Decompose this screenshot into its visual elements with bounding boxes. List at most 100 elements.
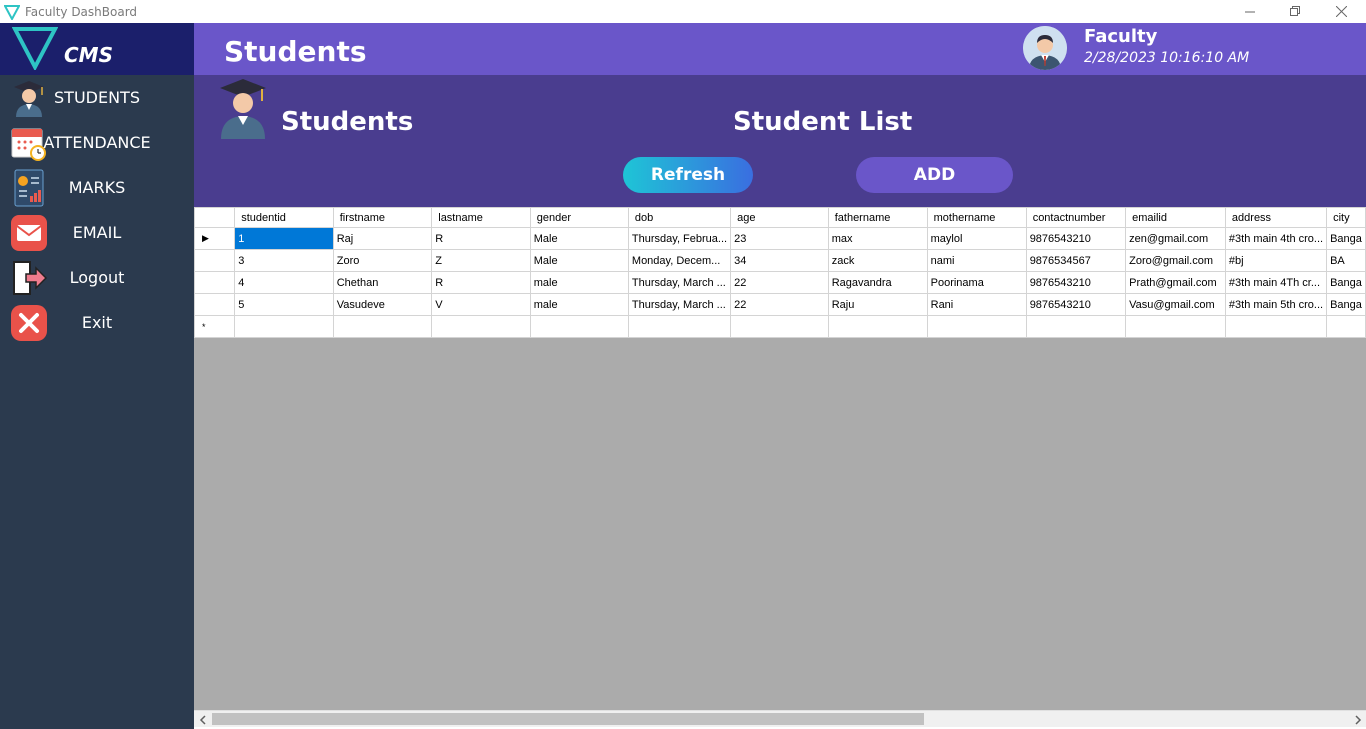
- refresh-button[interactable]: Refresh: [623, 157, 753, 193]
- close-button[interactable]: [1318, 0, 1364, 23]
- table-cell[interactable]: 5: [234, 293, 334, 316]
- column-header[interactable]: gender: [529, 207, 629, 228]
- column-header[interactable]: studentid: [234, 207, 334, 228]
- table-cell[interactable]: male: [529, 271, 629, 294]
- table-cell[interactable]: Male: [529, 227, 629, 250]
- column-header[interactable]: dob: [627, 207, 732, 228]
- table-cell[interactable]: Prath@gmail.com: [1125, 271, 1226, 294]
- table-cell[interactable]: maylol: [926, 227, 1027, 250]
- table-cell[interactable]: Vasudeve: [332, 293, 433, 316]
- column-header[interactable]: lastname: [431, 207, 531, 228]
- table-cell[interactable]: 22: [730, 293, 829, 316]
- row-header[interactable]: [194, 271, 236, 294]
- table-cell[interactable]: #3th main 4th cro...: [1224, 227, 1328, 250]
- new-row[interactable]: *: [194, 315, 1366, 338]
- table-cell[interactable]: [730, 315, 829, 338]
- table-cell[interactable]: 23: [730, 227, 829, 250]
- sidebar-item-exit[interactable]: Exit: [0, 300, 194, 345]
- table-cell[interactable]: [332, 315, 433, 338]
- table-row[interactable]: 5 Vasudeve V male Thursday, March ... 22…: [194, 293, 1366, 316]
- table-cell[interactable]: zack: [827, 249, 928, 272]
- table-cell[interactable]: V: [431, 293, 531, 316]
- table-cell[interactable]: Raju: [827, 293, 928, 316]
- table-cell[interactable]: Thursday, Februa...: [627, 227, 732, 250]
- column-header[interactable]: fathername: [827, 207, 928, 228]
- table-cell[interactable]: [1125, 315, 1226, 338]
- table-cell[interactable]: 22: [730, 271, 829, 294]
- table-cell[interactable]: [234, 315, 334, 338]
- table-cell[interactable]: BA: [1326, 249, 1366, 272]
- table-cell[interactable]: #bj: [1224, 249, 1328, 272]
- table-cell[interactable]: Vasu@gmail.com: [1125, 293, 1226, 316]
- table-cell[interactable]: 4: [234, 271, 334, 294]
- table-cell[interactable]: max: [827, 227, 928, 250]
- table-cell[interactable]: 9876543210: [1025, 227, 1127, 250]
- table-cell[interactable]: [926, 315, 1027, 338]
- table-cell[interactable]: Zoro@gmail.com: [1125, 249, 1226, 272]
- table-cell[interactable]: Male: [529, 249, 629, 272]
- scroll-right-button[interactable]: [1349, 711, 1366, 728]
- column-header[interactable]: emailid: [1125, 207, 1226, 228]
- table-cell[interactable]: Banga: [1326, 271, 1366, 294]
- minimize-button[interactable]: [1227, 0, 1273, 23]
- sidebar-item-students[interactable]: STUDENTS: [0, 75, 194, 120]
- table-cell[interactable]: [1326, 315, 1366, 338]
- table-cell[interactable]: [1025, 315, 1127, 338]
- column-header[interactable]: age: [730, 207, 829, 228]
- table-cell[interactable]: Thursday, March ...: [627, 293, 732, 316]
- restore-button[interactable]: [1272, 0, 1318, 23]
- table-cell[interactable]: Zoro: [332, 249, 433, 272]
- table-cell[interactable]: [827, 315, 928, 338]
- table-cell[interactable]: R: [431, 227, 531, 250]
- table-cell[interactable]: Banga: [1326, 227, 1366, 250]
- column-header[interactable]: contactnumber: [1025, 207, 1127, 228]
- window-title: Faculty DashBoard: [25, 4, 138, 19]
- table-cell[interactable]: Rani: [926, 293, 1027, 316]
- table-cell[interactable]: #3th main 5th cro...: [1224, 293, 1328, 316]
- table-cell[interactable]: Thursday, March ...: [627, 271, 732, 294]
- table-cell[interactable]: 9876543210: [1025, 293, 1127, 316]
- table-cell[interactable]: 34: [730, 249, 829, 272]
- scroll-left-button[interactable]: [194, 711, 211, 728]
- table-cell[interactable]: zen@gmail.com: [1125, 227, 1226, 250]
- table-cell[interactable]: [431, 315, 531, 338]
- current-row-marker[interactable]: ▶: [194, 227, 236, 250]
- sidebar-item-logout[interactable]: Logout: [0, 255, 194, 300]
- table-cell[interactable]: 3: [234, 249, 334, 272]
- new-row-marker[interactable]: *: [194, 315, 236, 338]
- table-cell[interactable]: male: [529, 293, 629, 316]
- table-cell[interactable]: Chethan: [332, 271, 433, 294]
- table-cell[interactable]: 9876534567: [1025, 249, 1127, 272]
- scrollbar-thumb[interactable]: [212, 713, 924, 725]
- table-row[interactable]: 3 Zoro Z Male Monday, Decem... 34 zack n…: [194, 249, 1366, 272]
- sidebar-item-marks[interactable]: MARKS: [0, 165, 194, 210]
- table-cell[interactable]: Poorinama: [926, 271, 1027, 294]
- table-cell[interactable]: Monday, Decem...: [627, 249, 732, 272]
- sidebar-item-email[interactable]: EMAIL: [0, 210, 194, 255]
- table-cell[interactable]: [627, 315, 732, 338]
- column-header[interactable]: firstname: [332, 207, 433, 228]
- sidebar-item-attendance[interactable]: ATTENDANCE: [0, 120, 194, 165]
- row-header[interactable]: [194, 293, 236, 316]
- add-button[interactable]: ADD: [856, 157, 1013, 193]
- table-cell[interactable]: nami: [926, 249, 1027, 272]
- horizontal-scrollbar[interactable]: [194, 710, 1366, 727]
- table-cell[interactable]: 9876543210: [1025, 271, 1127, 294]
- table-cell[interactable]: Z: [431, 249, 531, 272]
- table-cell[interactable]: 1: [234, 227, 334, 250]
- table-cell[interactable]: R: [431, 271, 531, 294]
- table-cell[interactable]: Raj: [332, 227, 433, 250]
- table-cell[interactable]: Ragavandra: [827, 271, 928, 294]
- column-header[interactable]: mothername: [926, 207, 1027, 228]
- title-bar: Faculty DashBoard: [0, 0, 1366, 23]
- column-header[interactable]: city: [1326, 207, 1366, 228]
- column-header[interactable]: address: [1224, 207, 1328, 228]
- table-cell[interactable]: [1224, 315, 1328, 338]
- row-header-corner[interactable]: [194, 207, 236, 228]
- table-row[interactable]: ▶ 1 Raj R Male Thursday, Februa... 23 ma…: [194, 227, 1366, 250]
- table-cell[interactable]: #3th main 4Th cr...: [1224, 271, 1328, 294]
- table-cell[interactable]: [529, 315, 629, 338]
- table-cell[interactable]: Banga: [1326, 293, 1366, 316]
- row-header[interactable]: [194, 249, 236, 272]
- table-row[interactable]: 4 Chethan R male Thursday, March ... 22 …: [194, 271, 1366, 294]
